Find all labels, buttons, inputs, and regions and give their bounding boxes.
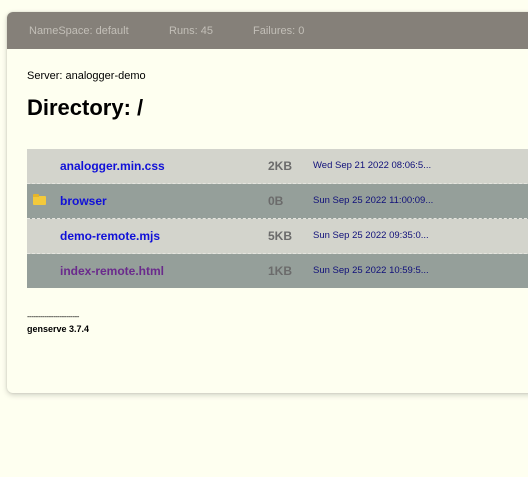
folder-icon	[33, 194, 46, 205]
directory-card: NameSpace: default Runs: 45 Failures: 0 …	[7, 12, 528, 393]
file-row-demo-remote-mjs: demo-remote.mjs 5KB Sun Sep 25 2022 09:3…	[27, 219, 528, 254]
file-link-index-remote-html[interactable]: index-remote.html	[60, 264, 164, 278]
runs-count: Runs: 45	[169, 25, 214, 37]
file-link-demo-remote-mjs[interactable]: demo-remote.mjs	[60, 229, 160, 243]
file-date: Sun Sep 25 2022 11:00:09...	[313, 195, 434, 206]
file-row-index-remote-html: index-remote.html 1KB Sun Sep 25 2022 10…	[27, 254, 528, 288]
file-date: Wed Sep 21 2022 08:06:5...	[313, 160, 432, 171]
file-row-browser: browser 0B Sun Sep 25 2022 11:00:09...	[27, 184, 528, 219]
server-name: Server: analogger-demo	[27, 70, 146, 82]
file-size: 1KB	[268, 264, 293, 278]
file-link-analogger-min-css[interactable]: analogger.min.css	[60, 159, 165, 173]
file-date: Sun Sep 25 2022 10:59:5...	[313, 265, 429, 276]
namespace-label: NameSpace: default	[29, 25, 129, 37]
file-size: 2KB	[268, 159, 293, 173]
failures-count: Failures: 0	[253, 25, 305, 37]
file-listing: analogger.min.css 2KB Wed Sep 21 2022 08…	[27, 149, 528, 288]
footer-generator: genserve 3.7.4	[27, 324, 90, 334]
footer-divider: ------------------------	[27, 312, 79, 321]
file-size: 0B	[268, 194, 284, 208]
folder-link-browser[interactable]: browser	[60, 194, 107, 208]
top-status-bar: NameSpace: default Runs: 45 Failures: 0	[7, 12, 528, 49]
file-row-analogger-min-css: analogger.min.css 2KB Wed Sep 21 2022 08…	[27, 149, 528, 184]
page-title: Directory: /	[27, 95, 144, 120]
file-size: 5KB	[268, 229, 293, 243]
file-date: Sun Sep 25 2022 09:35:0...	[313, 230, 429, 241]
